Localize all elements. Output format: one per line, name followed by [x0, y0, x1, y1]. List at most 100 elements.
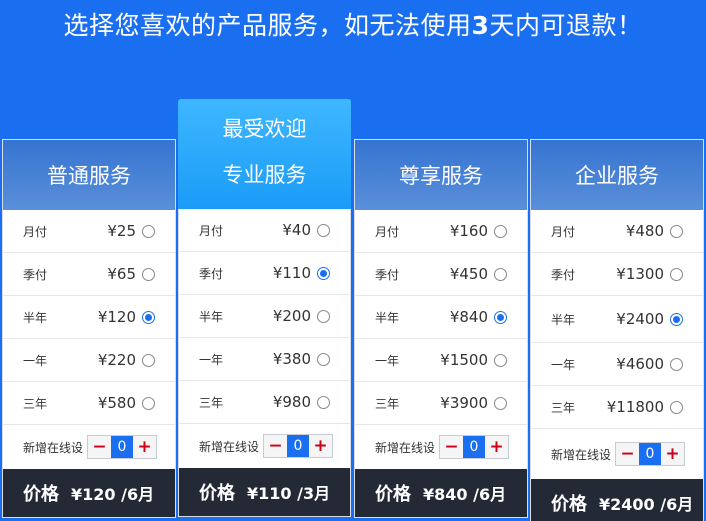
- radio-button[interactable]: [317, 395, 330, 409]
- billing-option-one-year[interactable]: 一年 ¥220: [3, 339, 175, 382]
- radio-button[interactable]: [494, 267, 507, 281]
- billing-option-quarterly[interactable]: 季付 ¥110: [179, 252, 350, 295]
- option-price: ¥40: [282, 221, 311, 239]
- option-label: 半年: [199, 309, 224, 324]
- option-label: 月付: [375, 224, 400, 239]
- option-price: ¥3900: [440, 394, 488, 412]
- radio-button-selected[interactable]: [317, 266, 330, 280]
- price-value: ¥120 /6月: [71, 485, 155, 504]
- price-footer: 价格 ¥110 /3月: [179, 468, 350, 516]
- radio-button[interactable]: [670, 267, 683, 281]
- option-price: ¥4600: [616, 355, 664, 373]
- billing-option-monthly[interactable]: 月付 ¥40: [179, 209, 350, 252]
- decrement-button[interactable]: −: [440, 436, 463, 458]
- option-price: ¥11800: [606, 398, 664, 416]
- radio-button[interactable]: [142, 224, 155, 238]
- option-label: 三年: [199, 395, 224, 410]
- option-label: 半年: [23, 310, 48, 325]
- increment-button[interactable]: +: [485, 436, 508, 458]
- option-price: ¥65: [107, 265, 136, 283]
- increment-button[interactable]: +: [661, 443, 684, 465]
- quantity-value[interactable]: 0: [639, 443, 661, 465]
- billing-option-three-year[interactable]: 三年 ¥3900: [355, 382, 527, 425]
- radio-button[interactable]: [142, 353, 155, 367]
- option-price: ¥120: [97, 308, 136, 326]
- decrement-button[interactable]: −: [616, 443, 639, 465]
- quantity-stepper: − 0 +: [263, 434, 333, 458]
- option-label: 月付: [551, 224, 576, 239]
- addon-row: 新增在线设 − 0 +: [3, 425, 175, 469]
- plan-card-enterprise: 企业服务 月付 ¥480 季付 ¥1300 半年 ¥2400 一年 ¥4600 三年 ¥1…: [530, 139, 704, 521]
- decrement-button[interactable]: −: [88, 436, 111, 458]
- billing-option-half-year[interactable]: 半年 ¥2400: [531, 296, 703, 343]
- billing-option-one-year[interactable]: 一年 ¥1500: [355, 339, 527, 382]
- radio-button[interactable]: [670, 400, 683, 414]
- option-price: ¥380: [272, 350, 311, 368]
- radio-button[interactable]: [670, 224, 683, 238]
- option-label: 季付: [23, 267, 48, 282]
- billing-option-quarterly[interactable]: 季付 ¥1300: [531, 253, 703, 296]
- quantity-value[interactable]: 0: [463, 436, 485, 458]
- billing-option-half-year[interactable]: 半年 ¥840: [355, 296, 527, 339]
- radio-button[interactable]: [142, 267, 155, 281]
- price-label: 价格: [375, 484, 411, 505]
- billing-option-one-year[interactable]: 一年 ¥4600: [531, 343, 703, 386]
- option-price: ¥200: [272, 307, 311, 325]
- billing-option-quarterly[interactable]: 季付 ¥65: [3, 253, 175, 296]
- radio-button[interactable]: [494, 396, 507, 410]
- option-price: ¥480: [625, 222, 664, 240]
- option-label: 三年: [551, 400, 576, 415]
- radio-button[interactable]: [317, 309, 330, 323]
- billing-option-one-year[interactable]: 一年 ¥380: [179, 338, 350, 381]
- option-label: 一年: [23, 353, 48, 368]
- addon-label: 新增在线设: [375, 440, 436, 455]
- billing-option-monthly[interactable]: 月付 ¥480: [531, 210, 703, 253]
- plan-name: 普通服务: [3, 140, 175, 210]
- title-post: 天内可退款！: [489, 11, 643, 40]
- price-footer: 价格 ¥840 /6月: [355, 469, 527, 517]
- radio-button-selected[interactable]: [142, 310, 155, 324]
- option-label: 三年: [23, 396, 48, 411]
- radio-button[interactable]: [670, 357, 683, 371]
- billing-option-half-year[interactable]: 半年 ¥200: [179, 295, 350, 338]
- radio-button[interactable]: [142, 396, 155, 410]
- quantity-stepper: − 0 +: [439, 435, 509, 459]
- option-price: ¥110: [272, 264, 311, 282]
- billing-option-quarterly[interactable]: 季付 ¥450: [355, 253, 527, 296]
- addon-label: 新增在线设: [199, 439, 260, 454]
- option-price: ¥1300: [616, 265, 664, 283]
- quantity-stepper: − 0 +: [87, 435, 157, 459]
- billing-option-three-year[interactable]: 三年 ¥980: [179, 381, 350, 424]
- radio-button[interactable]: [317, 223, 330, 237]
- option-price: ¥220: [97, 351, 136, 369]
- option-label: 一年: [551, 357, 576, 372]
- radio-button-selected[interactable]: [494, 310, 507, 324]
- option-label: 月付: [23, 224, 48, 239]
- quantity-stepper: − 0 +: [615, 442, 685, 466]
- billing-option-three-year[interactable]: 三年 ¥580: [3, 382, 175, 425]
- billing-option-monthly[interactable]: 月付 ¥160: [355, 210, 527, 253]
- option-price: ¥160: [449, 222, 488, 240]
- increment-button[interactable]: +: [309, 435, 332, 457]
- radio-button[interactable]: [317, 352, 330, 366]
- title-pre: 选择您喜欢的产品服务，如无法使用: [63, 11, 472, 40]
- billing-option-monthly[interactable]: 月付 ¥25: [3, 210, 175, 253]
- quantity-value[interactable]: 0: [111, 436, 133, 458]
- quantity-value[interactable]: 0: [287, 435, 309, 457]
- price-value: ¥840 /6月: [423, 485, 507, 504]
- option-price: ¥450: [449, 265, 488, 283]
- radio-button-selected[interactable]: [670, 312, 683, 326]
- radio-button[interactable]: [494, 353, 507, 367]
- increment-button[interactable]: +: [133, 436, 156, 458]
- decrement-button[interactable]: −: [264, 435, 287, 457]
- popular-badge-label: 最受欢迎: [222, 117, 307, 141]
- billing-option-half-year[interactable]: 半年 ¥120: [3, 296, 175, 339]
- plan-card-basic: 普通服务 月付 ¥25 季付 ¥65 半年 ¥120 一年 ¥220 三年 ¥580 新增…: [2, 139, 176, 518]
- option-price: ¥580: [97, 394, 136, 412]
- price-footer: 价格 ¥120 /6月: [3, 469, 175, 517]
- option-label: 半年: [551, 312, 576, 327]
- radio-button[interactable]: [494, 224, 507, 238]
- option-label: 三年: [375, 396, 400, 411]
- option-price: ¥840: [449, 308, 488, 326]
- billing-option-three-year[interactable]: 三年 ¥11800: [531, 386, 703, 429]
